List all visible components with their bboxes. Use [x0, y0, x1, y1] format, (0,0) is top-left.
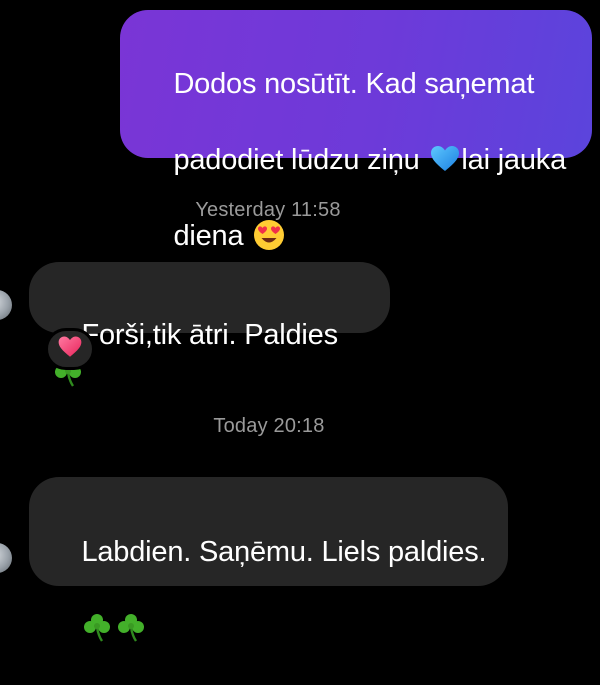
timestamp: Today 20:18: [213, 415, 325, 437]
timestamp: Yesterday 11:58: [195, 199, 341, 221]
reaction-badge[interactable]: [45, 328, 95, 370]
sent-message-bubble[interactable]: Dodos nosūtīt. Kad saņemat padodiet lūdz…: [120, 10, 592, 252]
message-text: lai jauka: [461, 144, 567, 176]
message-text: padodiet lūdzu ziņu: [173, 144, 428, 176]
shamrock-icon: [81, 611, 113, 643]
message-text: Dodos nosūtīt. Kad saņemat: [173, 68, 535, 100]
message-text: Labdien. Saņēmu. Liels paldies.: [81, 536, 487, 568]
received-message-bubble[interactable]: Labdien. Saņēmu. Liels paldies.: [29, 477, 508, 642]
message-text: Forši,tik ātri. Paldies: [81, 319, 346, 351]
pink-heart-icon: [57, 334, 83, 365]
blue-heart-icon: [429, 143, 461, 175]
message-text: diena: [173, 220, 252, 252]
received-message-bubble[interactable]: Forši,tik ātri. Paldies: [29, 262, 390, 387]
avatar[interactable]: [0, 543, 12, 573]
chat-thread: Dodos nosūtīt. Kad saņemat padodiet lūdz…: [0, 0, 600, 642]
avatar[interactable]: [0, 290, 12, 320]
heart-eyes-face-icon: [253, 219, 285, 251]
shamrock-icon: [115, 611, 147, 643]
